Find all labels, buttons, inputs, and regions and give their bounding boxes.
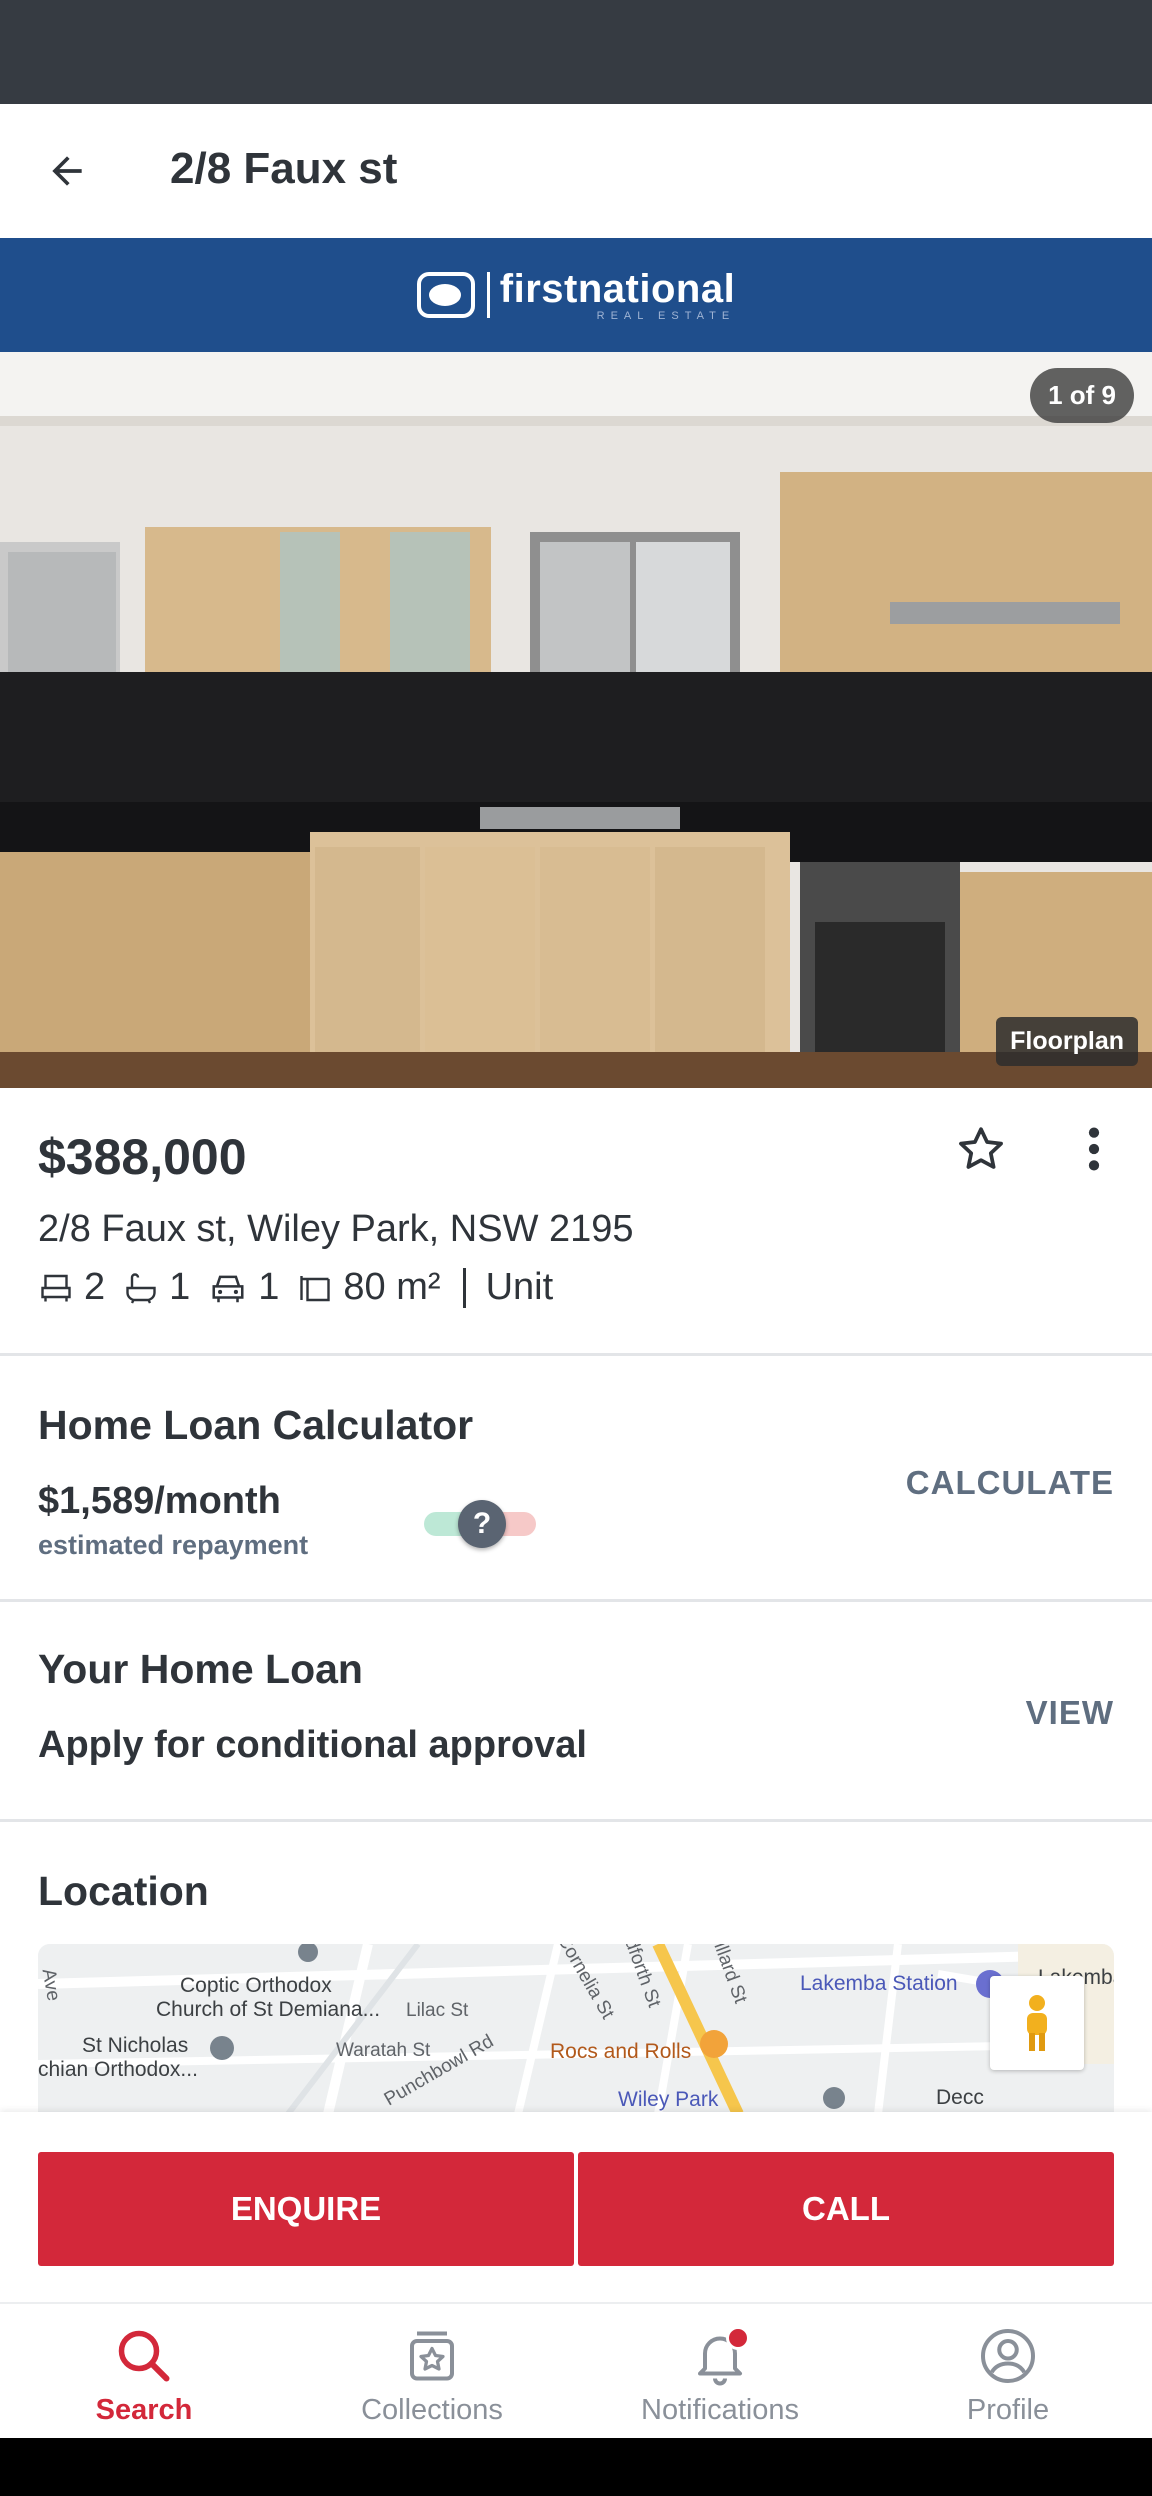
- more-vertical-icon: [1088, 1127, 1100, 1171]
- nav-profile[interactable]: Profile: [864, 2304, 1152, 2440]
- home-loan-title: Your Home Loan: [38, 1646, 363, 1692]
- map-road-lilac: Lilac St: [406, 2000, 469, 2021]
- profile-icon: [981, 2329, 1035, 2383]
- repayment-amount: $1,589/month: [38, 1480, 281, 1522]
- arrow-left-icon: [52, 156, 82, 186]
- bathrooms-feature: 1: [123, 1266, 190, 1309]
- location-map[interactable]: Coptic Orthodox Church of St Demiana... …: [38, 1944, 1114, 2114]
- repayment-info-toggle[interactable]: ?: [424, 1496, 536, 1552]
- nav-notifications-label: Notifications: [641, 2394, 799, 2426]
- call-button[interactable]: CALL: [578, 2152, 1114, 2266]
- bedrooms-feature: 2: [38, 1266, 105, 1309]
- map-label-rocs-and-rolls: Rocs and Rolls: [550, 2040, 692, 2063]
- listing-summary: $388,000 2/8 Faux st, Wiley Park, NSW 21…: [0, 1088, 1152, 1356]
- land-area-feature: 80 m²: [297, 1266, 441, 1309]
- bottom-navigation: Search Collections Notifications Profile: [0, 2302, 1152, 2438]
- agency-logo: firstnational REAL ESTATE: [416, 267, 736, 322]
- location-section: Location Coptic Orthodox Church of St De…: [0, 1822, 1152, 2114]
- map-label-decc: Decc: [936, 2086, 984, 2109]
- favorite-button[interactable]: [948, 1116, 1014, 1182]
- page-title: 2/8 Faux st: [170, 144, 398, 193]
- map-label-coptic: Coptic Orthodox: [180, 1974, 332, 1997]
- nav-notifications[interactable]: Notifications: [576, 2304, 864, 2440]
- bedrooms-count: 2: [84, 1266, 106, 1308]
- home-loan-calculator: Home Loan Calculator $1,589/month estima…: [0, 1356, 1152, 1602]
- map-label-lakemba-station: Lakemba Station: [800, 1972, 958, 1995]
- photo-counter: 1 of 9: [1030, 368, 1134, 423]
- parking-count: 1: [258, 1266, 280, 1308]
- agency-logo-mark: [416, 272, 475, 318]
- map-label-coptic-2: Church of St Demiana...: [156, 1998, 381, 2021]
- kitchen-photo: [0, 352, 1152, 1088]
- calculate-button[interactable]: CALCULATE: [906, 1464, 1114, 1502]
- agency-banner: firstnational REAL ESTATE: [0, 238, 1152, 352]
- nav-search-label: Search: [95, 2394, 193, 2426]
- listing-address: 2/8 Faux st, Wiley Park, NSW 2195: [38, 1208, 634, 1250]
- property-type: Unit: [485, 1266, 554, 1308]
- map-label-wiley-park: Wiley Park: [618, 2088, 719, 2111]
- view-button[interactable]: VIEW: [1026, 1694, 1114, 1732]
- street-view-button[interactable]: [990, 1976, 1084, 2070]
- parking-feature: 1: [208, 1266, 279, 1309]
- map-road-waratah: Waratah St: [336, 2040, 431, 2061]
- listing-price: $388,000: [38, 1129, 247, 1185]
- help-icon: ?: [458, 1500, 506, 1548]
- area-icon: [300, 1275, 331, 1301]
- map-label-nicholas: St Nicholas: [82, 2034, 189, 2057]
- system-navigation-bar: [0, 2438, 1152, 2496]
- bath-icon: [126, 1272, 156, 1304]
- bed-icon: [41, 1274, 71, 1301]
- contact-actions: ENQUIRE CALL: [0, 2112, 1152, 2302]
- your-home-loan-section: Your Home Loan Apply for conditional app…: [0, 1602, 1152, 1822]
- enquire-button[interactable]: ENQUIRE: [38, 2152, 574, 2266]
- photo-gallery[interactable]: 1 of 9 Floorplan: [0, 352, 1152, 1088]
- floorplan-button[interactable]: Floorplan: [996, 1017, 1138, 1066]
- pegman-icon: [1027, 1995, 1047, 2051]
- nav-collections[interactable]: Collections: [288, 2304, 576, 2440]
- star-outline-icon: [959, 1127, 1003, 1169]
- nav-collections-label: Collections: [361, 2394, 503, 2426]
- bathrooms-count: 1: [169, 1266, 191, 1308]
- nav-search[interactable]: Search: [0, 2304, 288, 2440]
- collections-icon: [410, 2331, 454, 2381]
- listing-features: 2 1 1 80 m² Unit: [38, 1266, 553, 1309]
- calculator-title: Home Loan Calculator: [38, 1402, 474, 1448]
- location-title: Location: [38, 1868, 209, 1914]
- search-icon: [118, 2330, 170, 2382]
- status-bar: [0, 0, 1152, 104]
- notification-badge: [726, 2326, 750, 2350]
- app-bar: 2/8 Faux st: [0, 104, 1152, 238]
- back-button[interactable]: [30, 134, 104, 208]
- car-icon: [212, 1275, 244, 1302]
- home-loan-subtitle: Apply for conditional approval: [38, 1724, 587, 1766]
- land-area-value: 80 m²: [343, 1266, 441, 1308]
- repayment-caption: estimated repayment: [38, 1530, 309, 1560]
- agency-name: firstnational: [499, 267, 736, 311]
- map-label-nicholas-2: chian Orthodox...: [38, 2058, 198, 2081]
- nav-profile-label: Profile: [966, 2394, 1050, 2426]
- agency-subtitle: REAL ESTATE: [596, 310, 736, 322]
- more-options-button[interactable]: [1066, 1116, 1122, 1182]
